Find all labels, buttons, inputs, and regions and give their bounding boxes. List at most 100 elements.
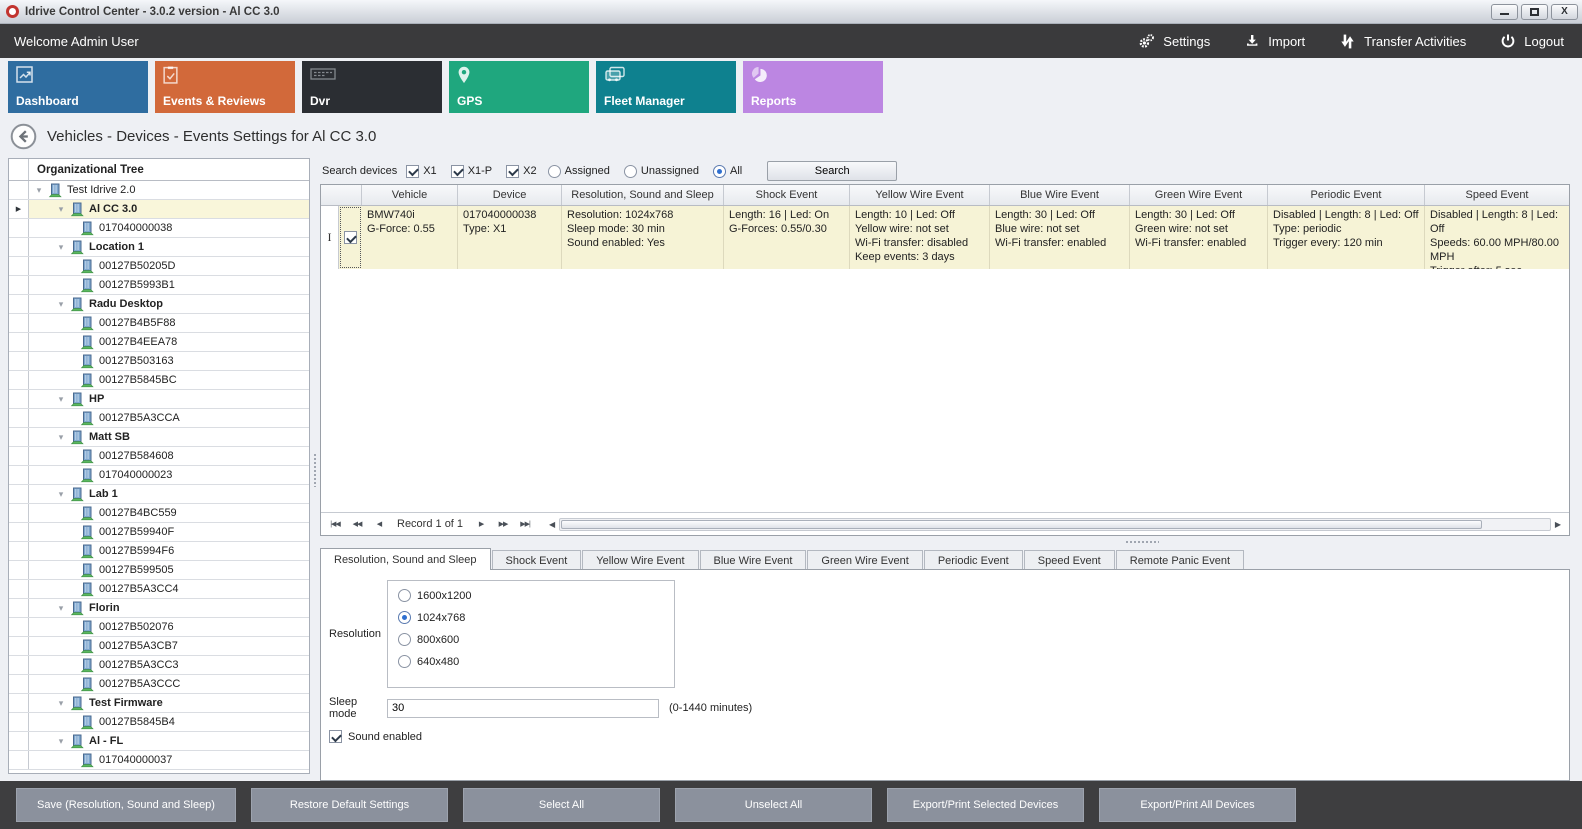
tree-item[interactable]: ▶ ▾ 00127B4B5F88 (9, 314, 309, 333)
tree-item[interactable]: ▶ ▾ 00127B50205D (9, 257, 309, 276)
expander-icon[interactable]: ▾ (55, 698, 67, 709)
assignment-radio[interactable]: Assigned (548, 165, 610, 178)
grid-column-header[interactable]: Shock Event (724, 185, 850, 205)
grid-cell[interactable]: Length: 10 | Led: Off Yellow wire: not s… (850, 206, 990, 269)
expander-icon[interactable]: ▾ (55, 489, 67, 500)
search-button[interactable]: Search (767, 161, 897, 181)
tree-item[interactable]: ▶ ▾ 00127B5A3CCC (9, 675, 309, 694)
resolution-option[interactable]: 800x600 (398, 633, 674, 646)
tile-fleet-manager[interactable]: Fleet Manager (596, 61, 736, 113)
maximize-button[interactable] (1521, 4, 1548, 20)
expander-icon[interactable]: ▾ (33, 185, 45, 196)
next-page-button[interactable]: ▶▶ (493, 515, 513, 533)
grid-cell[interactable]: Resolution: 1024x768 Sleep mode: 30 min … (562, 206, 724, 269)
scroll-left-arrow[interactable]: ◀ (545, 520, 559, 529)
tree-item[interactable]: ▶ ▾ 00127B5993B1 (9, 276, 309, 295)
footer-button[interactable]: Restore Default Settings (251, 788, 448, 822)
tile-reports[interactable]: Reports (743, 61, 883, 113)
grid-cell[interactable]: BMW740i G-Force: 0.55 (362, 206, 458, 269)
prev-page-button[interactable]: ◀◀ (347, 515, 367, 533)
tab[interactable]: Shock Event (492, 550, 582, 570)
tree-item[interactable]: ▶ ▾ 00127B503163 (9, 352, 309, 371)
vertical-splitter[interactable] (310, 158, 320, 781)
row-checkbox[interactable] (344, 231, 357, 244)
tree-item[interactable]: ▶ ▾ Test Firmware (9, 694, 309, 713)
tile-dvr[interactable]: Dvr (302, 61, 442, 113)
tree-item[interactable]: ▶ ▾ 00127B4BC559 (9, 504, 309, 523)
expander-icon[interactable]: ▾ (55, 432, 67, 443)
grid-column-header[interactable]: Green Wire Event (1130, 185, 1268, 205)
footer-button[interactable]: Save (Resolution, Sound and Sleep) (16, 788, 236, 822)
grid-column-header[interactable]: Periodic Event (1268, 185, 1425, 205)
tree-item[interactable]: ▶ ▾ 00127B502076 (9, 618, 309, 637)
tree-item[interactable]: ▶ ▾ Lab 1 (9, 485, 309, 504)
assignment-radio[interactable]: Unassigned (624, 165, 699, 178)
logout-button[interactable]: Logout (1500, 33, 1564, 49)
tree-item[interactable]: ▶ ▾ Florin (9, 599, 309, 618)
footer-button[interactable]: Export/Print Selected Devices (887, 788, 1084, 822)
tree-item[interactable]: ▶ ▾ 017040000023 (9, 466, 309, 485)
tree-item[interactable]: ▶ ▾ 017040000038 (9, 219, 309, 238)
scroll-right-arrow[interactable]: ▶ (1551, 520, 1565, 529)
first-record-button[interactable]: |◀◀ (325, 515, 345, 533)
expander-icon[interactable]: ▾ (55, 394, 67, 405)
tab[interactable]: Yellow Wire Event (582, 550, 698, 570)
resolution-option[interactable]: 640x480 (398, 655, 674, 668)
tree-item[interactable]: ▶ ▾ Test Idrive 2.0 (9, 181, 309, 200)
scrollbar-track[interactable] (559, 518, 1551, 531)
tree-item[interactable]: ▶ ▾ Al - FL (9, 732, 309, 751)
tree-item[interactable]: ▶ ▾ Matt SB (9, 428, 309, 447)
tile-gps[interactable]: GPS (449, 61, 589, 113)
import-button[interactable]: Import (1244, 33, 1305, 49)
back-button[interactable] (10, 123, 37, 150)
grid-column-header[interactable]: Speed Event (1425, 185, 1569, 205)
tab[interactable]: Periodic Event (924, 550, 1023, 570)
sound-enabled-checkbox[interactable]: Sound enabled (329, 730, 1569, 743)
tree-item[interactable]: ▶ ▾ 00127B5845B4 (9, 713, 309, 732)
row-select-cell[interactable] (339, 206, 362, 269)
tree-item[interactable]: ▶ ▾ 00127B5845BC (9, 371, 309, 390)
grid-cell[interactable]: Disabled | Length: 8 | Led: Off Speeds: … (1425, 206, 1569, 269)
tree-item[interactable]: ▶ ▾ Radu Desktop (9, 295, 309, 314)
grid-cell[interactable]: Length: 30 | Led: Off Green wire: not se… (1130, 206, 1268, 269)
footer-button[interactable]: Export/Print All Devices (1099, 788, 1296, 822)
device-type-checkbox[interactable]: X1 (406, 165, 436, 178)
footer-button[interactable]: Select All (463, 788, 660, 822)
tab[interactable]: Remote Panic Event (1116, 550, 1244, 570)
footer-button[interactable]: Unselect All (675, 788, 872, 822)
last-record-button[interactable]: ▶▶| (515, 515, 535, 533)
grid-column-header[interactable]: Device (458, 185, 562, 205)
grid-column-header[interactable]: Blue Wire Event (990, 185, 1130, 205)
tree-item[interactable]: ▶ ▾ Location 1 (9, 238, 309, 257)
tab[interactable]: Resolution, Sound and Sleep (320, 548, 491, 570)
grid-data-row[interactable]: I BMW740i G-Force: 0.55017040000038 Type… (321, 206, 1569, 269)
close-button[interactable]: X (1551, 4, 1578, 20)
tab[interactable]: Blue Wire Event (700, 550, 807, 570)
next-record-button[interactable]: ▶ (471, 515, 491, 533)
tree-item[interactable]: ▶ ▾ 00127B5A3CB7 (9, 637, 309, 656)
tab[interactable]: Green Wire Event (807, 550, 922, 570)
scrollbar-thumb[interactable] (561, 520, 1482, 529)
tile-dashboard[interactable]: Dashboard (8, 61, 148, 113)
resolution-option[interactable]: 1024x768 (398, 611, 674, 624)
sleep-mode-input[interactable] (387, 699, 659, 718)
tree-item[interactable]: ▶ ▾ 00127B599505 (9, 561, 309, 580)
tree-item[interactable]: ▶ ▾ 00127B5994F6 (9, 542, 309, 561)
settings-button[interactable]: Settings (1138, 33, 1210, 50)
minimize-button[interactable] (1491, 4, 1518, 20)
expander-icon[interactable]: ▾ (55, 736, 67, 747)
grid-column-header[interactable]: Vehicle (362, 185, 458, 205)
assignment-radio[interactable]: All (713, 165, 742, 178)
grid-cell[interactable]: 017040000038 Type: X1 (458, 206, 562, 269)
tab[interactable]: Speed Event (1024, 550, 1115, 570)
grid-column-header[interactable]: Resolution, Sound and Sleep (562, 185, 724, 205)
grid-cell[interactable]: Disabled | Length: 8 | Led: Off Type: pe… (1268, 206, 1425, 269)
expander-icon[interactable]: ▾ (55, 603, 67, 614)
horizontal-splitter[interactable] (320, 536, 1570, 548)
grid-column-header[interactable]: Yellow Wire Event (850, 185, 990, 205)
tree-item[interactable]: ▶ ▾ 00127B59940F (9, 523, 309, 542)
resolution-option[interactable]: 1600x1200 (398, 589, 674, 602)
device-type-checkbox[interactable]: X1-P (451, 165, 492, 178)
tree-item[interactable]: ▶ ▾ 00127B5A3CC4 (9, 580, 309, 599)
transfer-activities-button[interactable]: Transfer Activities (1339, 33, 1466, 50)
